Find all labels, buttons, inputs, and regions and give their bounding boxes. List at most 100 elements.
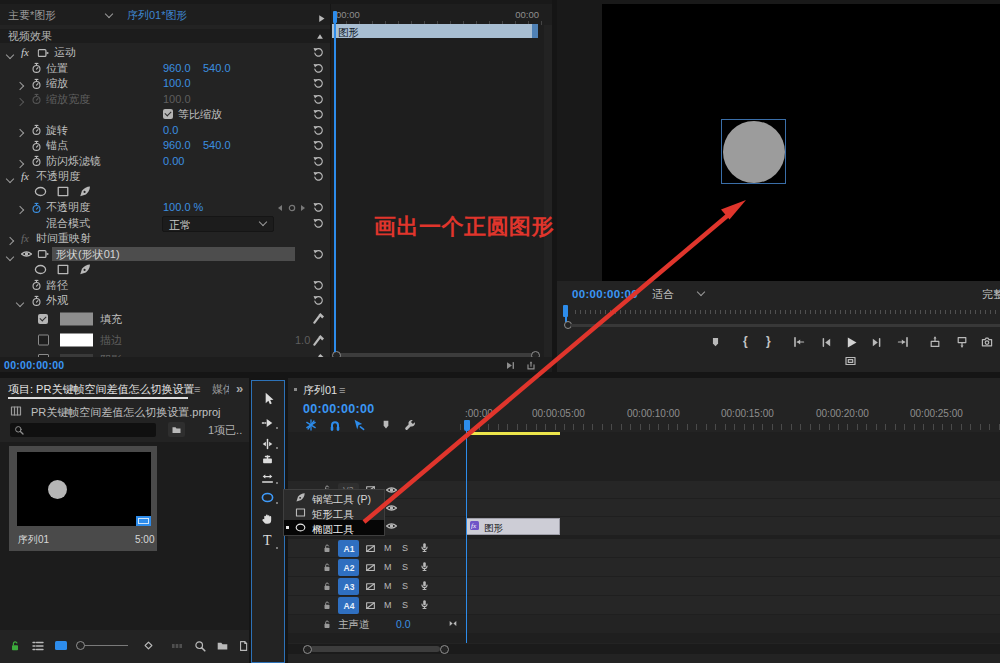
eye-icon[interactable] (385, 520, 398, 532)
linked-selection-icon[interactable] (353, 419, 365, 431)
reset-icon[interactable] (313, 109, 324, 120)
expand-icon[interactable] (16, 129, 24, 137)
collapse-expand-icon[interactable] (16, 299, 24, 307)
tab-sequence01[interactable]: 序列01 (303, 385, 337, 396)
search-input[interactable] (10, 423, 156, 437)
insert-nest-icon[interactable] (305, 419, 317, 431)
expand-icon[interactable] (16, 98, 24, 106)
sync-lock-icon[interactable] (365, 581, 376, 592)
stroke-checkbox[interactable] (38, 335, 49, 346)
mark-in-icon[interactable]: { (743, 335, 748, 347)
thumbnail-zoom-slider[interactable] (76, 641, 128, 651)
eye-icon[interactable] (385, 502, 398, 514)
stopwatch-icon[interactable] (31, 279, 42, 291)
find-icon[interactable] (194, 640, 206, 652)
item-name[interactable]: 序列01 (18, 535, 49, 545)
project-writable-icon[interactable] (9, 640, 21, 652)
more-tabs-chevrons[interactable]: » (236, 382, 243, 395)
monitor-scrub-ticks[interactable] (575, 310, 1000, 314)
effect-row-path[interactable]: 路径 (0, 277, 330, 293)
stopwatch-icon[interactable] (31, 155, 42, 167)
pen-mask-icon[interactable] (78, 263, 92, 276)
menu-item-ellipse-tool[interactable]: 椭圆工具 (284, 520, 384, 535)
effect-row-stroke[interactable]: 描边 1.0 (0, 330, 330, 352)
snap-magnet-icon[interactable] (329, 419, 341, 431)
lift-icon[interactable] (929, 336, 941, 348)
scroll-handle-right[interactable] (440, 645, 449, 654)
stopwatch-icon-active[interactable] (31, 202, 42, 214)
reset-icon[interactable] (313, 218, 324, 229)
anchor-x-value[interactable]: 960.0 (163, 140, 191, 151)
anchor-y-value[interactable]: 540.0 (203, 140, 231, 151)
monitor-scrollbar[interactable] (571, 324, 1000, 327)
effect-row-appearance[interactable]: 外观 (0, 293, 330, 309)
stopwatch-icon[interactable] (31, 62, 42, 74)
collapse-expand-icon[interactable] (6, 51, 14, 59)
comparison-view-icon[interactable] (843, 355, 858, 367)
add-marker-icon[interactable] (710, 337, 721, 348)
reset-icon[interactable] (313, 249, 324, 260)
tab-project[interactable]: 项目: PR关键帧空间差值怎么切换设置 (8, 384, 194, 395)
sequence-thumbnail[interactable] (17, 452, 151, 526)
position-y-value[interactable]: 540.0 (203, 62, 231, 73)
reset-icon[interactable] (313, 94, 324, 105)
play-around-icon[interactable] (505, 361, 515, 370)
lock-icon[interactable] (322, 600, 332, 611)
lock-icon[interactable] (322, 619, 332, 630)
mute-button[interactable]: M (384, 582, 392, 591)
expand-icon[interactable] (6, 237, 14, 245)
reset-icon[interactable] (313, 156, 324, 167)
master-volume-value[interactable]: 0.0 (396, 619, 411, 630)
expand-icon[interactable] (16, 82, 24, 90)
go-to-in-icon[interactable] (793, 336, 805, 348)
timeline-timecode[interactable]: 00:00:00:00 (303, 403, 374, 416)
pan-icon[interactable] (448, 619, 458, 628)
track-target-badge[interactable]: A2 (338, 559, 359, 576)
reset-icon[interactable] (313, 63, 324, 74)
mute-button[interactable]: M (384, 563, 392, 572)
reset-icon[interactable] (313, 171, 324, 182)
sort-icon[interactable] (143, 640, 154, 651)
blend-mode-select[interactable]: 正常 (162, 216, 274, 232)
selection-tool[interactable] (262, 392, 275, 405)
type-tool[interactable]: T (263, 534, 272, 548)
mic-icon[interactable] (419, 599, 430, 611)
effect-row-scale[interactable]: 缩放 100.0 (0, 76, 330, 92)
solo-button[interactable]: S (402, 563, 408, 572)
rect-mask-icon[interactable] (56, 263, 70, 276)
effect-row-antiflicker[interactable]: 防闪烁滤镜 0.00 (0, 153, 330, 169)
effect-row-fill[interactable]: 填充 (0, 308, 330, 330)
fill-checkbox[interactable] (38, 314, 48, 324)
collapse-expand-icon[interactable] (6, 175, 14, 183)
icon-view-button[interactable] (55, 641, 67, 650)
effect-row-time-remap[interactable]: fx 时间重映射 (0, 231, 330, 247)
reset-icon[interactable] (313, 280, 324, 291)
step-back-icon[interactable] (821, 337, 832, 348)
add-keyframe-icon[interactable] (288, 204, 296, 212)
scale-value[interactable]: 100.0 (163, 78, 191, 89)
list-view-icon[interactable] (31, 640, 45, 652)
effect-row-motion[interactable]: fx 运动 (0, 45, 330, 61)
effect-row-opacity[interactable]: 不透明度 100.0 % (0, 200, 330, 216)
reset-icon[interactable] (313, 202, 324, 213)
ripple-edit-tool[interactable] (261, 438, 274, 450)
add-marker-icon[interactable] (381, 420, 391, 430)
new-item-icon[interactable] (238, 640, 249, 652)
solo-button[interactable]: S (402, 544, 408, 553)
extract-icon[interactable] (956, 336, 968, 348)
ellipse-tool-active[interactable] (260, 491, 275, 504)
eye-icon[interactable] (385, 484, 398, 496)
reset-icon[interactable] (313, 140, 324, 151)
stopwatch-icon[interactable] (31, 295, 42, 307)
reset-icon[interactable] (313, 125, 324, 136)
next-keyframe-icon[interactable] (299, 204, 307, 212)
timeline-ruler[interactable]: :00:00 00:00:05:00 00:00:10:00 00:00:15:… (460, 398, 1000, 432)
effect-row-anchor[interactable]: 锚点 960.0 540.0 (0, 138, 330, 154)
effect-row-uniform-scale[interactable]: 等比缩放 (0, 107, 330, 123)
timeline-playhead-line[interactable] (466, 428, 468, 643)
timeline-scrollbar[interactable] (288, 644, 1000, 654)
panel-menu-icon[interactable]: ≡ (339, 385, 345, 396)
new-bin-icon[interactable] (216, 640, 229, 652)
expand-icon[interactable] (16, 160, 24, 168)
zoom-level-select[interactable]: 适合 (648, 286, 710, 301)
